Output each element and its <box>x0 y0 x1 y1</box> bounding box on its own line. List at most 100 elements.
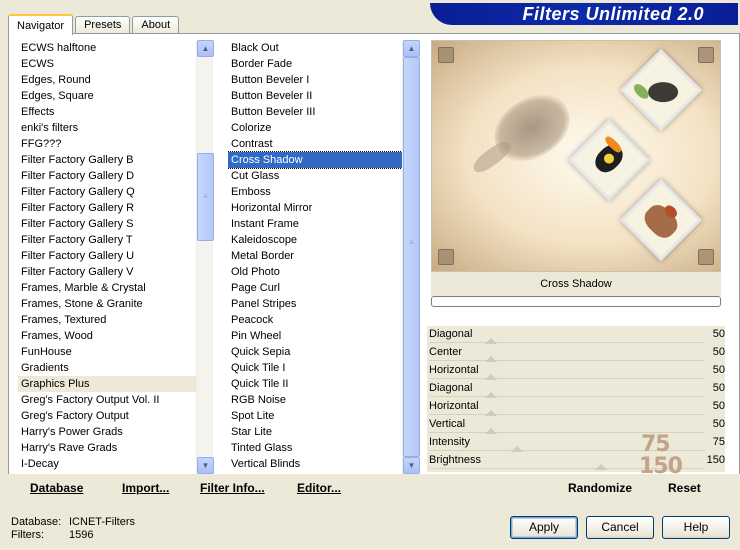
filter-list-item[interactable]: Tinted Glass <box>228 440 402 456</box>
scroll-up-icon[interactable]: ▲ <box>197 40 214 57</box>
filter-list-item[interactable]: Button Beveler II <box>228 88 402 104</box>
slider-row[interactable]: Diagonal 50 <box>427 380 725 398</box>
preview-filter-name: Cross Shadow <box>431 272 721 296</box>
help-button[interactable]: Help <box>662 516 730 539</box>
category-list-item[interactable]: Frames, Wood <box>18 328 196 344</box>
category-scrollbar[interactable]: ▲ ≡ ▼ <box>196 40 214 474</box>
progress-bar <box>431 296 721 307</box>
filter-list-item[interactable]: Kaleidoscope <box>228 232 402 248</box>
category-list-item[interactable]: Filter Factory Gallery U <box>18 248 196 264</box>
category-list-item[interactable]: I-Decay <box>18 456 196 472</box>
category-list-item[interactable]: Filter Factory Gallery D <box>18 168 196 184</box>
filter-list[interactable]: Black Out Border Fade Button Beveler I Butt… <box>228 40 402 474</box>
filter-list-item[interactable]: Pin Wheel <box>228 328 402 344</box>
slider-track[interactable] <box>429 342 705 343</box>
category-list-item[interactable]: Greg's Factory Output Vol. II <box>18 392 196 408</box>
apply-button[interactable]: Apply <box>510 516 578 539</box>
slider-row[interactable]: Horizontal 50 <box>427 398 725 416</box>
slider-label: Diagonal <box>429 328 473 340</box>
category-list-item[interactable]: Filter Factory Gallery B <box>18 152 196 168</box>
filter-list-item[interactable]: Panel Stripes <box>228 296 402 312</box>
tab-about[interactable]: About <box>132 16 180 34</box>
slider-track[interactable] <box>429 360 705 361</box>
category-list[interactable]: ECWS halftone ECWS Edges, Round Edges, Squa… <box>18 40 196 474</box>
database-value: ICNET-Filters <box>69 516 135 528</box>
filter-scrollbar[interactable]: ▲ ≡ ▼ <box>402 40 420 474</box>
corner-mark <box>698 249 714 265</box>
category-list-item[interactable]: Filter Factory Gallery T <box>18 232 196 248</box>
filter-list-item[interactable]: Instant Frame <box>228 216 402 232</box>
category-list-item[interactable]: Graphics Plus <box>18 376 196 392</box>
slider-track[interactable] <box>429 378 705 379</box>
category-list-item[interactable]: Filter Factory Gallery S <box>18 216 196 232</box>
category-list-item[interactable]: Filter Factory Gallery V <box>18 264 196 280</box>
filter-list-item[interactable]: Contrast <box>228 136 402 152</box>
slider-row[interactable]: Horizontal 50 <box>427 362 725 380</box>
slider-row[interactable]: Center 50 <box>427 344 725 362</box>
category-list-item[interactable]: Frames, Textured <box>18 312 196 328</box>
slider-track[interactable] <box>429 414 705 415</box>
filter-list-item[interactable]: Old Photo <box>228 264 402 280</box>
filter-list-item[interactable]: Button Beveler III <box>228 104 402 120</box>
slider-row[interactable]: Intensity 75 <box>427 434 725 452</box>
navigator-panel: ECWS halftone ECWS Edges, Round Edges, Squa… <box>8 33 740 503</box>
category-list-item[interactable]: Harry's Rave Grads <box>18 440 196 456</box>
scroll-thumb[interactable]: ≡ <box>403 57 420 457</box>
slider-label: Intensity <box>429 436 470 448</box>
category-list-item[interactable]: Harry's Power Grads <box>18 424 196 440</box>
slider-thumb[interactable] <box>594 464 607 470</box>
filter-list-item[interactable]: Horizontal Mirror <box>228 200 402 216</box>
filters-label: Filters: <box>11 529 44 541</box>
filter-list-item[interactable]: Star Lite <box>228 424 402 440</box>
filter-list-item[interactable]: Quick Sepia <box>228 344 402 360</box>
filter-list-item[interactable]: Emboss <box>228 184 402 200</box>
filter-list-item[interactable]: Quick Tile II <box>228 376 402 392</box>
slider-track[interactable] <box>429 396 705 397</box>
slider-row[interactable]: Vertical 50 <box>427 416 725 434</box>
filter-list-item[interactable]: Vertical Blinds <box>228 456 402 472</box>
filter-list-item[interactable]: Cross Shadow <box>228 151 402 169</box>
filter-list-item[interactable]: Button Beveler I <box>228 72 402 88</box>
slider-row[interactable]: Diagonal 50 <box>427 326 725 344</box>
category-list-item[interactable]: Greg's Factory Output <box>18 408 196 424</box>
tab-presets[interactable]: Presets <box>75 16 131 34</box>
slider-value: 50 <box>712 382 725 394</box>
cancel-button[interactable]: Cancel <box>586 516 654 539</box>
category-list-item[interactable]: enki's filters <box>18 120 196 136</box>
category-list-item[interactable]: Frames, Stone & Granite <box>18 296 196 312</box>
filter-list-item[interactable]: Peacock <box>228 312 402 328</box>
filter-list-item[interactable]: Quick Tile I <box>228 360 402 376</box>
filter-list-item[interactable]: RGB Noise <box>228 392 402 408</box>
tab-navigator[interactable]: Navigator <box>8 14 74 35</box>
editor-link[interactable]: Editor... <box>297 481 341 495</box>
database-link[interactable]: Database <box>30 481 83 495</box>
randomize-link[interactable]: Randomize <box>568 481 632 495</box>
import-link[interactable]: Import... <box>122 481 169 495</box>
category-list-item[interactable]: Effects <box>18 104 196 120</box>
category-list-item[interactable]: FFG??? <box>18 136 196 152</box>
filter-list-item[interactable]: Border Fade <box>228 56 402 72</box>
scroll-down-icon[interactable]: ▼ <box>197 457 214 474</box>
scroll-down-icon[interactable]: ▼ <box>403 457 420 474</box>
scroll-up-icon[interactable]: ▲ <box>403 40 420 57</box>
filter-list-item[interactable]: Metal Border <box>228 248 402 264</box>
category-list-item[interactable]: Gradients <box>18 360 196 376</box>
category-list-item[interactable]: ECWS <box>18 56 196 72</box>
category-list-item[interactable]: ECWS halftone <box>18 40 196 56</box>
filter-list-item[interactable]: Page Curl <box>228 280 402 296</box>
reset-link[interactable]: Reset <box>668 481 701 495</box>
category-list-item[interactable]: Edges, Round <box>18 72 196 88</box>
scroll-thumb[interactable]: ≡ <box>197 153 214 241</box>
category-list-item[interactable]: Edges, Square <box>18 88 196 104</box>
category-list-item[interactable]: FunHouse <box>18 344 196 360</box>
category-list-item[interactable]: Filter Factory Gallery R <box>18 200 196 216</box>
corner-mark <box>438 249 454 265</box>
category-list-item[interactable]: Frames, Marble & Crystal <box>18 280 196 296</box>
filter-list-item[interactable]: Colorize <box>228 120 402 136</box>
filter-list-item[interactable]: Cut Glass <box>228 168 402 184</box>
filter-list-item[interactable]: Black Out <box>228 40 402 56</box>
category-list-item[interactable]: Filter Factory Gallery Q <box>18 184 196 200</box>
filter-list-item[interactable]: Spot Lite <box>228 408 402 424</box>
filter-info-link[interactable]: Filter Info... <box>200 481 265 495</box>
slider-label: Brightness <box>429 454 481 466</box>
